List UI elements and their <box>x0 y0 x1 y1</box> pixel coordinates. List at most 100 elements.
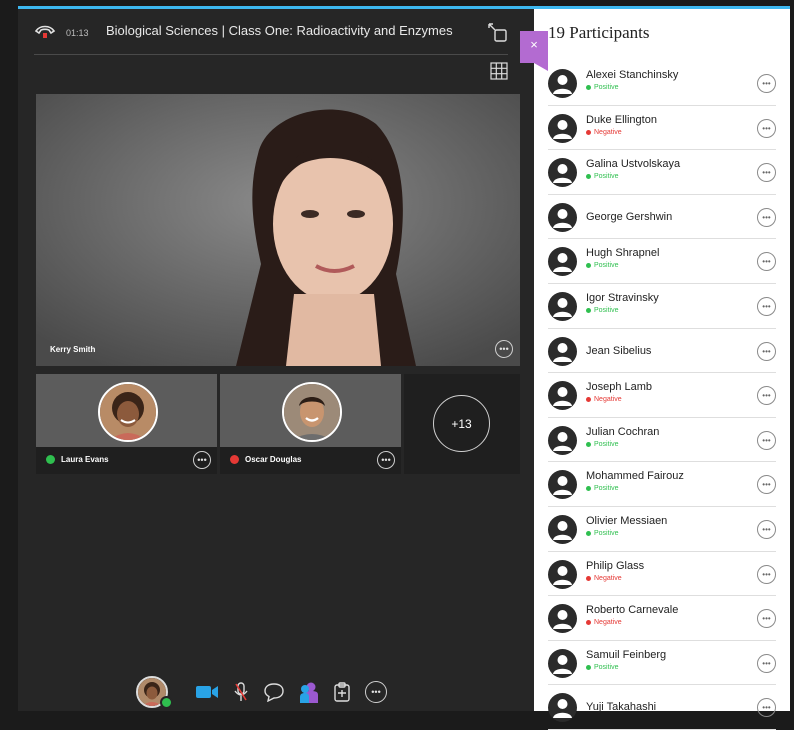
microphone-button[interactable] <box>233 681 249 703</box>
grid-view-icon[interactable] <box>490 62 508 80</box>
participant-row[interactable]: Joseph Lamb Negative ••• <box>548 373 776 418</box>
header-divider <box>34 54 508 55</box>
participant-row[interactable]: Mohammed Fairouz Positive ••• <box>548 462 776 507</box>
participant-more-button[interactable]: ••• <box>757 386 776 406</box>
participant-more-button[interactable]: ••• <box>757 698 776 718</box>
clipboard-icon <box>334 682 350 702</box>
session-header: 01:13 Biological Sciences | Class One: R… <box>18 9 530 55</box>
participant-row[interactable]: Olivier Messiaen Positive ••• <box>548 507 776 552</box>
participant-more-button[interactable]: ••• <box>757 609 776 629</box>
avatar <box>548 291 577 321</box>
clipboard-button[interactable] <box>333 681 351 703</box>
participant-row[interactable]: Duke Ellington Negative ••• <box>548 106 776 151</box>
participant-name: Galina Ustvolskaya <box>586 158 681 171</box>
more-participants-tile[interactable]: +13 <box>404 374 520 474</box>
chat-button[interactable] <box>263 682 285 702</box>
participant-name: Samuil Feinberg <box>586 648 667 661</box>
speaker-portrait <box>36 94 520 366</box>
participants-panel: × 19 Participants Alexei Stanchinsky Posi… <box>520 9 790 730</box>
avatar <box>282 382 342 442</box>
participant-status: Positive <box>586 84 619 91</box>
participant-name: Igor Stravinsky <box>586 291 659 304</box>
participant-more-button[interactable]: ••• <box>757 252 776 272</box>
tile-label: Oscar Douglas <box>230 455 301 464</box>
status-dot <box>586 129 591 135</box>
participant-more-button[interactable]: ••• <box>757 118 776 138</box>
participant-more-button[interactable]: ••• <box>757 296 776 316</box>
participant-more-button[interactable]: ••• <box>757 341 776 361</box>
participant-status: Negative <box>586 575 622 582</box>
avatar <box>548 648 577 678</box>
participant-name: Joseph Lamb <box>586 381 653 394</box>
participant-status-label: Positive <box>594 173 619 181</box>
participant-status: Negative <box>586 129 622 136</box>
avatar <box>98 382 158 442</box>
participant-name: Alexei Stanchinsky <box>586 69 679 81</box>
participant-status-label: Positive <box>594 529 619 537</box>
tile-more-button[interactable]: ••• <box>377 451 395 469</box>
participant-row[interactable]: Jean Sibelius ••• <box>548 329 776 374</box>
participant-name: Hugh Shrapnel <box>586 247 660 260</box>
participant-name: Julian Cochran <box>586 425 660 438</box>
popout-icon[interactable] <box>488 23 508 43</box>
participant-name: Roberto Carnevale <box>586 604 679 617</box>
participant-name: Philip Glass <box>586 559 645 572</box>
participant-row[interactable]: Alexei Stanchinsky Positive ••• <box>548 61 776 106</box>
participant-row[interactable]: Hugh Shrapnel Positive ••• <box>548 239 776 284</box>
participant-status: Positive <box>586 262 619 269</box>
microphone-icon <box>234 682 248 701</box>
status-dot <box>586 486 591 492</box>
participant-status-label: Negative <box>594 128 622 136</box>
camera-button[interactable] <box>195 684 219 700</box>
tile-more-button[interactable]: ••• <box>193 451 211 469</box>
participants-title: 19 Participants <box>548 23 650 42</box>
leave-session-icon[interactable] <box>34 23 56 39</box>
status-dot <box>230 455 239 464</box>
avatar <box>548 470 577 500</box>
participant-more-button[interactable]: ••• <box>757 207 776 227</box>
participant-row[interactable]: Philip Glass Negative ••• <box>548 552 776 597</box>
share-content-button[interactable] <box>299 681 319 703</box>
participant-row[interactable]: Julian Cochran Positive ••• <box>548 418 776 463</box>
participant-more-button[interactable]: ••• <box>757 564 776 584</box>
speaker-more-button[interactable]: ••• <box>495 340 513 358</box>
more-options-button[interactable]: ••• <box>365 681 387 703</box>
session-title: Biological Sciences | Class One: Radioac… <box>106 23 453 38</box>
speaker-name: Kerry Smith <box>50 345 96 354</box>
participant-status: Negative <box>586 619 622 626</box>
participant-status: Positive <box>586 485 619 492</box>
status-dot <box>586 397 591 403</box>
participant-more-button[interactable]: ••• <box>757 163 776 183</box>
status-dot <box>586 530 591 536</box>
my-status-button[interactable] <box>136 676 181 709</box>
tile-name: Oscar Douglas <box>245 455 302 464</box>
participant-tile-oscar[interactable]: Oscar Douglas ••• <box>220 374 401 474</box>
participant-row[interactable]: Roberto Carnevale Negative ••• <box>548 596 776 641</box>
tile-label: Laura Evans <box>46 455 109 464</box>
main-speaker-video[interactable]: Kerry Smith ••• <box>36 94 520 366</box>
participant-status-label: Negative <box>594 619 622 627</box>
participant-tile-laura[interactable]: Laura Evans ••• <box>36 374 217 474</box>
participant-row[interactable]: Yuji Takahashi ••• <box>548 685 776 730</box>
close-panel-button[interactable]: × <box>520 31 548 71</box>
status-dot <box>46 455 55 464</box>
participant-more-button[interactable]: ••• <box>757 475 776 495</box>
participant-more-button[interactable]: ••• <box>757 430 776 450</box>
participant-row[interactable]: Samuil Feinberg Positive ••• <box>548 641 776 686</box>
participant-more-button[interactable]: ••• <box>757 519 776 539</box>
participant-row[interactable]: George Gershwin ••• <box>548 195 776 240</box>
participant-row[interactable]: Igor Stravinsky Positive ••• <box>548 284 776 329</box>
participant-more-button[interactable]: ••• <box>757 653 776 673</box>
participant-row[interactable]: Galina Ustvolskaya Positive ••• <box>548 150 776 195</box>
avatar <box>548 336 577 366</box>
participant-name: Jean Sibelius <box>586 344 652 357</box>
session-timer: 01:13 <box>66 28 89 38</box>
participant-more-button[interactable]: ••• <box>757 74 776 93</box>
avatar <box>548 69 577 98</box>
participant-status-label: Negative <box>594 396 622 404</box>
avatar <box>548 158 577 188</box>
status-dot <box>586 441 591 447</box>
participant-name: George Gershwin <box>586 210 673 223</box>
tile-name: Laura Evans <box>61 455 109 464</box>
avatar <box>548 604 577 634</box>
